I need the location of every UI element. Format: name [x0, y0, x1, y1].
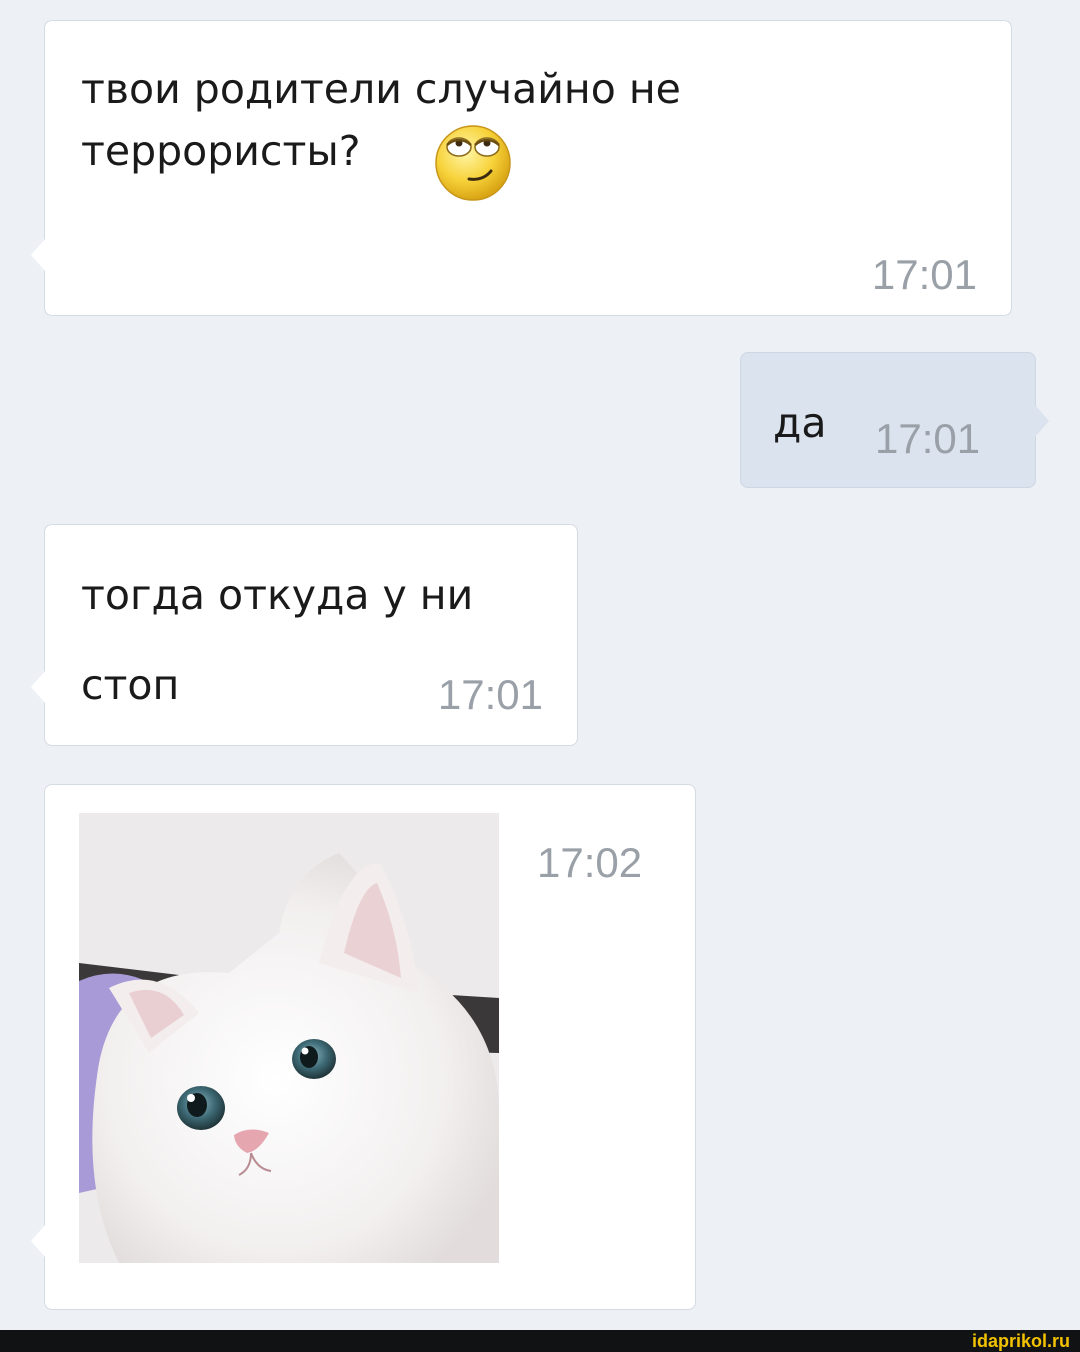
bubble-tail [31, 671, 45, 703]
message-text-line: террористы? [81, 127, 361, 175]
white-cat-photo[interactable] [79, 813, 499, 1263]
chat-history: твои родители случайно не террористы? 17… [0, 0, 1080, 1330]
watermark-text: idaprikol.ru [971, 1331, 1070, 1351]
message-text-line: стоп [81, 661, 180, 709]
message-bubble-incoming[interactable]: твои родители случайно не террористы? 17… [31, 20, 1012, 316]
message-bubble-incoming[interactable]: тогда откуда у ни стоп 17:01 [31, 524, 578, 746]
message-text-line: тогда откуда у ни [81, 571, 474, 619]
bubble-tail [31, 239, 45, 271]
watermark-bar: idaprikol.ru [0, 1330, 1080, 1352]
message-timestamp: 17:01 [875, 415, 981, 462]
message-bubble-outgoing[interactable]: да 17:01 [740, 352, 1049, 488]
bubble-tail [1035, 405, 1049, 437]
message-timestamp: 17:01 [871, 251, 977, 298]
message-text: да [773, 399, 827, 447]
bubble-tail [31, 1225, 45, 1257]
message-timestamp: 17:02 [537, 839, 643, 886]
rolling-eyes-smirk-emoji [435, 125, 511, 201]
message-text-line: твои родители случайно не [81, 65, 681, 113]
message-bubble-incoming[interactable]: 17:02 [31, 784, 696, 1310]
message-timestamp: 17:01 [437, 671, 543, 718]
